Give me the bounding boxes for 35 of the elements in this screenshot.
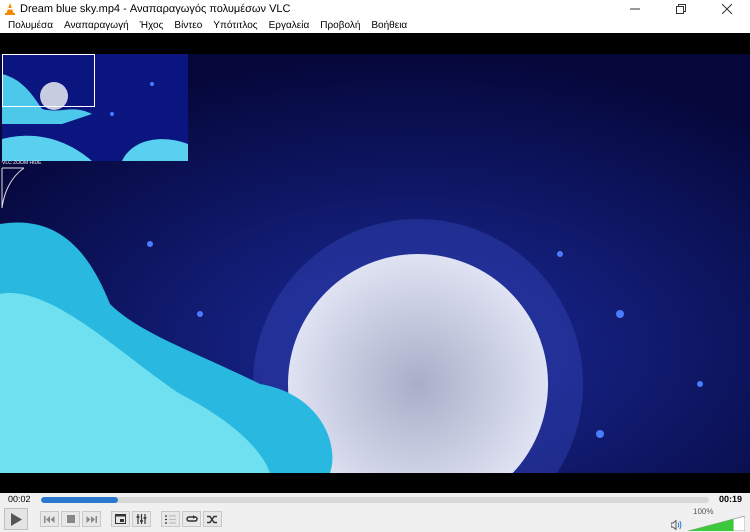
total-time: 00:19 — [718, 492, 742, 506]
play-icon — [10, 512, 22, 526]
menu-item[interactable]: Βοήθεια — [371, 18, 408, 33]
volume-slider[interactable] — [688, 516, 745, 531]
shuffle-button[interactable] — [203, 511, 222, 527]
next-icon — [86, 516, 97, 522]
menu-item[interactable]: Υπότιτλος — [213, 18, 258, 33]
seek-slider[interactable] — [41, 496, 709, 502]
window-title: Dream blue sky.mp4 - Αναπαραγωγός πολυμέσων VLC — [20, 2, 290, 17]
sliders-icon — [136, 514, 147, 524]
menu-item[interactable]: Εργαλεία — [268, 18, 310, 33]
previous-icon — [44, 516, 55, 522]
fullscreen-button[interactable] — [111, 511, 130, 527]
shuffle-icon — [207, 514, 218, 524]
loop-button[interactable] — [182, 511, 201, 527]
elapsed-time: 00:02 — [8, 492, 32, 506]
loop-icon — [186, 514, 198, 524]
equalizer-button[interactable] — [132, 511, 151, 527]
menu-item[interactable]: Πολυμέσα — [8, 18, 53, 33]
speaker-icon[interactable] — [671, 520, 682, 530]
restore-icon — [676, 4, 686, 14]
menu-item[interactable]: Προβολή — [320, 18, 360, 33]
menu-item[interactable]: Αναπαραγωγή — [64, 18, 129, 33]
play-button[interactable] — [4, 508, 28, 530]
stop-button[interactable] — [61, 511, 80, 527]
menu-item[interactable]: Ήχος — [140, 18, 164, 33]
next-button[interactable] — [82, 511, 101, 527]
stop-icon — [66, 515, 74, 523]
fullscreen-icon — [115, 514, 126, 524]
previous-button[interactable] — [40, 511, 59, 527]
cone-logo-icon — [4, 3, 16, 15]
volume-reading: 100% — [693, 507, 714, 516]
close-icon — [722, 4, 732, 14]
list-icon — [165, 514, 176, 524]
menu-item[interactable]: Βίντεο — [174, 18, 202, 33]
